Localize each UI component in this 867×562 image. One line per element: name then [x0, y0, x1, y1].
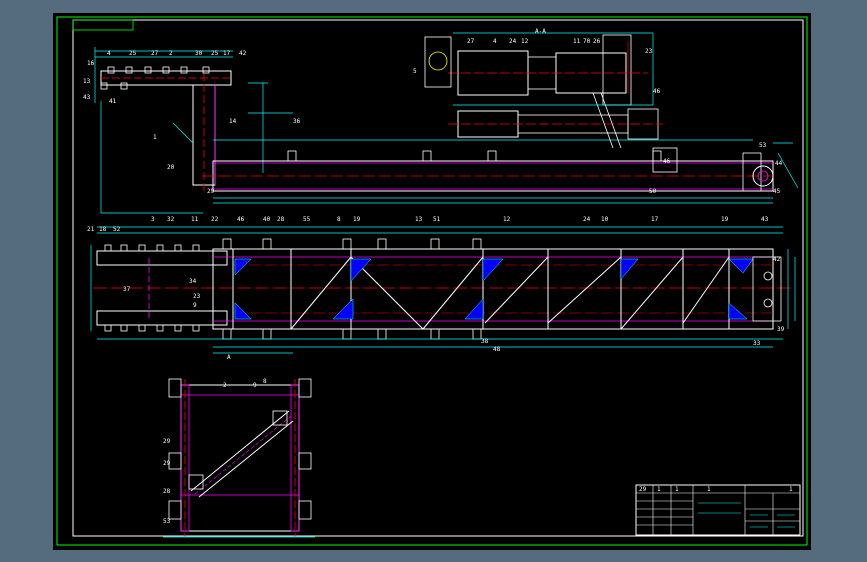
part-number-label: 70	[583, 38, 591, 45]
part-number-label: 23	[645, 48, 653, 55]
part-number-label: 41	[109, 98, 117, 105]
part-number-label: 28	[163, 488, 171, 495]
part-number-label: 26	[593, 38, 601, 45]
view-mark: A-A	[535, 28, 546, 35]
top-view-labels: 164 25 27 2 30 25 17 421343411202914 36504653444…	[83, 38, 783, 195]
part-number-label: 11	[573, 38, 581, 45]
part-number-label: 25	[129, 50, 137, 57]
title-block: 29 1 1 1 1	[635, 484, 801, 536]
part-number-label: 3	[151, 216, 155, 223]
part-number-label: 34	[189, 278, 197, 285]
part-number-label: 42	[773, 256, 781, 263]
part-number-label: 48	[493, 346, 501, 353]
top-view: 164 25 27 2 30 25 17 421343411202914 36504653444…	[83, 32, 799, 214]
part-number-label: 9	[253, 382, 257, 389]
cad-drawing: 164 25 27 2 30 25 17 421343411202914 36504653444…	[56, 16, 808, 546]
part-number-label: 4	[493, 38, 497, 45]
part-number-label: 43	[83, 94, 91, 101]
part-number-label: 17	[651, 216, 659, 223]
title-block-cell: 1	[657, 486, 661, 493]
corner-frame	[72, 19, 134, 31]
part-number-label: 13	[83, 78, 91, 85]
part-number-label: 32	[167, 216, 175, 223]
part-number-label: 17	[223, 50, 231, 57]
part-number-label: 51	[433, 216, 441, 223]
part-number-label: 44	[775, 160, 783, 167]
part-number-label: 11	[191, 216, 199, 223]
part-number-label: 12	[521, 38, 529, 45]
section-view-labels: 2 9292928538	[163, 378, 267, 525]
part-number-label: 8	[263, 378, 267, 385]
part-number-label: 30	[195, 50, 203, 57]
part-number-label: 46	[653, 88, 661, 95]
part-number-label: 1	[153, 134, 157, 141]
part-number-label: 42	[239, 50, 247, 57]
title-block-cell: 1	[675, 486, 679, 493]
part-number-label: 18	[99, 226, 107, 233]
part-number-label: 4	[107, 50, 111, 57]
part-number-label: 27	[151, 50, 159, 57]
front-view-labels: 21 18 52 3 32 11 22 46 40 28 55 8 19 13 51 12 24 10 17 19 43…	[87, 216, 785, 353]
part-number-label: 33	[753, 340, 761, 347]
part-number-label: 38	[481, 338, 489, 345]
part-number-label: 27	[467, 38, 475, 45]
title-block-cell: 1	[707, 486, 711, 493]
part-number-label: 52	[113, 226, 121, 233]
part-number-label: 29	[163, 460, 171, 467]
section-view: 2 9292928538	[163, 378, 315, 538]
title-block-cells: 29 1 1 1 1	[639, 486, 793, 493]
part-number-label: 46	[237, 216, 245, 223]
part-number-label: 39	[777, 326, 785, 333]
view-marks: A A-A	[227, 28, 546, 361]
part-number-label: 37	[123, 286, 131, 293]
part-number-label: 50	[649, 188, 657, 195]
part-number-label: 24	[509, 38, 517, 45]
title-block-cell: 1	[789, 486, 793, 493]
part-number-label: 40	[263, 216, 271, 223]
part-number-label: 19	[721, 216, 729, 223]
part-number-label: 20	[167, 164, 175, 171]
part-number-label: 46	[663, 158, 671, 165]
part-number-label: 13	[415, 216, 423, 223]
part-number-label: 53	[759, 142, 767, 149]
part-number-label: 45	[773, 188, 781, 195]
part-number-label: 14	[229, 118, 237, 125]
drawing-sheet: 16 4 25 27 2 30 25 17 42 13 43 41 1 20 29 14 36 50 46 53 44 4…	[53, 13, 811, 550]
part-number-label: 2	[223, 382, 227, 389]
part-number-label: 2	[169, 50, 173, 57]
part-number-label: 24	[583, 216, 591, 223]
part-number-label: 55	[303, 216, 311, 223]
part-number-label: 23	[193, 293, 201, 300]
part-number-label: 28	[277, 216, 285, 223]
part-number-label: 25	[211, 50, 219, 57]
part-number-label: 19	[353, 216, 361, 223]
part-number-label: 5	[413, 68, 417, 75]
part-number-label: 10	[601, 216, 609, 223]
inner-frame	[72, 19, 804, 537]
part-number-label: 8	[337, 216, 341, 223]
part-number-label: 53	[163, 518, 171, 525]
part-number-label: 22	[211, 216, 219, 223]
title-block-cell: 29	[639, 486, 647, 493]
view-mark: A	[227, 354, 231, 361]
part-number-label: 29	[207, 188, 215, 195]
front-view: 21 18 52 3 32 11 22 46 40 28 55 8 19 13 51 12 24 10 17 19 43…	[87, 216, 796, 354]
part-number-label: 16	[87, 60, 95, 67]
part-number-label: 21	[87, 226, 95, 233]
part-number-label: 9	[193, 302, 197, 309]
part-number-label: 12	[503, 216, 511, 223]
part-number-label: 29	[163, 438, 171, 445]
part-number-label: 36	[293, 118, 301, 125]
part-number-label: 43	[761, 216, 769, 223]
